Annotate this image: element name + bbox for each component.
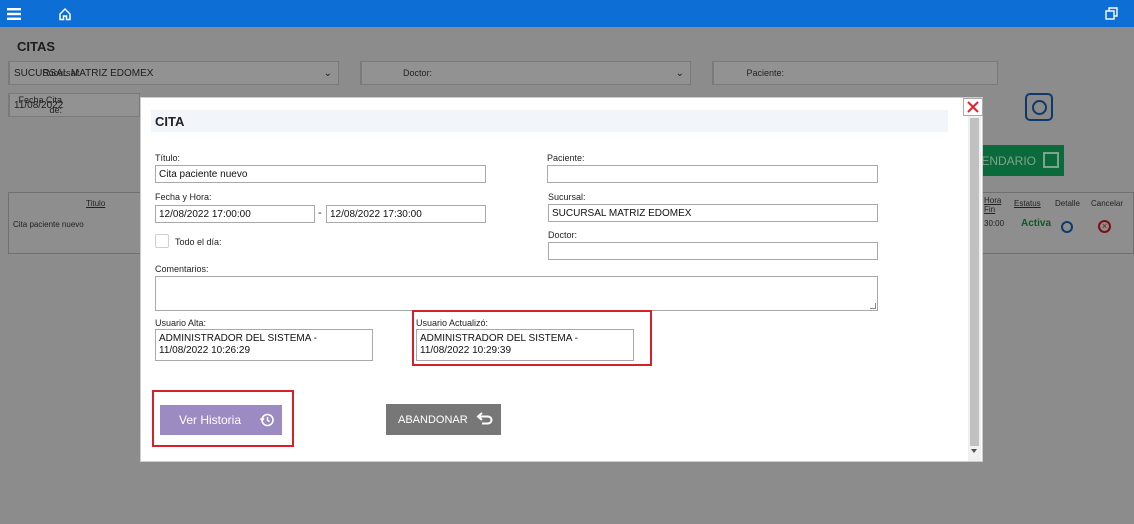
fecha-filter-label: Fecha Cita de: — [18, 95, 62, 115]
calendar-icon — [1043, 152, 1059, 168]
table-header-hora-fin[interactable]: Hora Fin — [984, 196, 1006, 214]
home-icon[interactable] — [55, 0, 75, 27]
table-cell-titulo: Cita paciente nuevo — [13, 220, 84, 229]
chevron-down-icon: ⌄ — [675, 67, 684, 79]
table-header-detalle: Detalle — [1055, 199, 1080, 208]
usuario-alta-label: Usuario Alta: — [155, 318, 207, 328]
table-header-titulo[interactable]: Titulo — [86, 199, 105, 208]
hamburger-icon[interactable] — [4, 0, 24, 27]
abandonar-label: ABANDONAR — [398, 413, 468, 426]
usuario-actualizo-value: ADMINISTRADOR DEL SISTEMA - 11/08/2022 1… — [416, 329, 634, 361]
scroll-thumb[interactable] — [970, 118, 979, 446]
comentarios-label: Comentarios: — [155, 264, 209, 274]
table-cell-hora: 30:00 — [984, 219, 1005, 228]
table-header-estatus[interactable]: Estatus — [1014, 199, 1041, 208]
doctor-filter-label: Doctor: — [402, 68, 432, 78]
fecha-separator: - — [318, 207, 322, 219]
page-title: CITAS — [17, 39, 56, 54]
detail-icon[interactable] — [1061, 221, 1073, 233]
doctor-filter[interactable]: Doctor: ⌄ — [360, 61, 691, 85]
restore-window-icon[interactable] — [1101, 0, 1121, 27]
cita-modal: CITA Título: Cita paciente nuevo Fecha y… — [140, 97, 983, 462]
top-bar — [0, 0, 1134, 27]
doctor-input[interactable] — [548, 242, 878, 260]
doctor-label: Doctor: — [548, 230, 578, 240]
table-header-cancelar: Cancelar — [1091, 199, 1124, 208]
paciente-input[interactable] — [547, 165, 878, 183]
modal-title: CITA — [151, 110, 948, 132]
usuario-alta-value: ADMINISTRADOR DEL SISTEMA - 11/08/2022 1… — [155, 329, 373, 361]
close-icon[interactable] — [963, 98, 983, 116]
usuario-actualizo-label: Usuario Actualizó: — [416, 318, 489, 328]
paciente-filter[interactable]: Paciente: — [712, 61, 998, 85]
sucursal-label: Sucursal: — [548, 192, 586, 202]
fecha-inicio-input[interactable]: 12/08/2022 17:00:00 — [155, 205, 315, 223]
fecha-hora-label: Fecha y Hora: — [155, 192, 212, 202]
fecha-filter[interactable]: Fecha Cita de: 11/08/2022 — [8, 93, 140, 117]
ver-historia-button[interactable]: Ver Historia — [160, 405, 282, 435]
titulo-label: Título: — [155, 153, 181, 163]
sucursal-filter[interactable]: Sucursal: SUCURSAL MATRIZ EDOMEX ⌄ — [8, 61, 339, 85]
status-badge: Activa — [1021, 218, 1052, 229]
calendar-button[interactable]: ENDARIO — [981, 145, 1064, 176]
history-icon — [259, 412, 275, 431]
fecha-fin-input[interactable]: 12/08/2022 17:30:00 — [326, 205, 486, 223]
paciente-filter-label: Paciente: — [746, 68, 784, 78]
titulo-input[interactable]: Cita paciente nuevo — [155, 165, 486, 183]
calendar-button-label: ENDARIO — [981, 153, 1036, 168]
sucursal-input[interactable]: SUCURSAL MATRIZ EDOMEX — [548, 204, 878, 222]
modal-scrollbar[interactable] — [968, 116, 981, 461]
return-arrow-icon — [476, 411, 494, 430]
paciente-label: Paciente: — [547, 153, 585, 163]
sucursal-filter-label: Sucursal: — [42, 68, 80, 78]
todo-dia-label: Todo el día: — [175, 237, 222, 247]
comentarios-textarea[interactable] — [155, 276, 878, 311]
todo-dia-checkbox[interactable] — [155, 234, 169, 248]
chevron-down-icon: ⌄ — [323, 67, 332, 79]
scroll-down-arrow-icon[interactable] — [971, 449, 977, 453]
search-icon[interactable] — [1025, 93, 1053, 121]
ver-historia-label: Ver Historia — [179, 413, 242, 427]
cancel-icon[interactable]: × — [1098, 220, 1111, 233]
resize-handle-icon[interactable] — [870, 303, 876, 309]
abandonar-button[interactable]: ABANDONAR — [386, 404, 501, 435]
